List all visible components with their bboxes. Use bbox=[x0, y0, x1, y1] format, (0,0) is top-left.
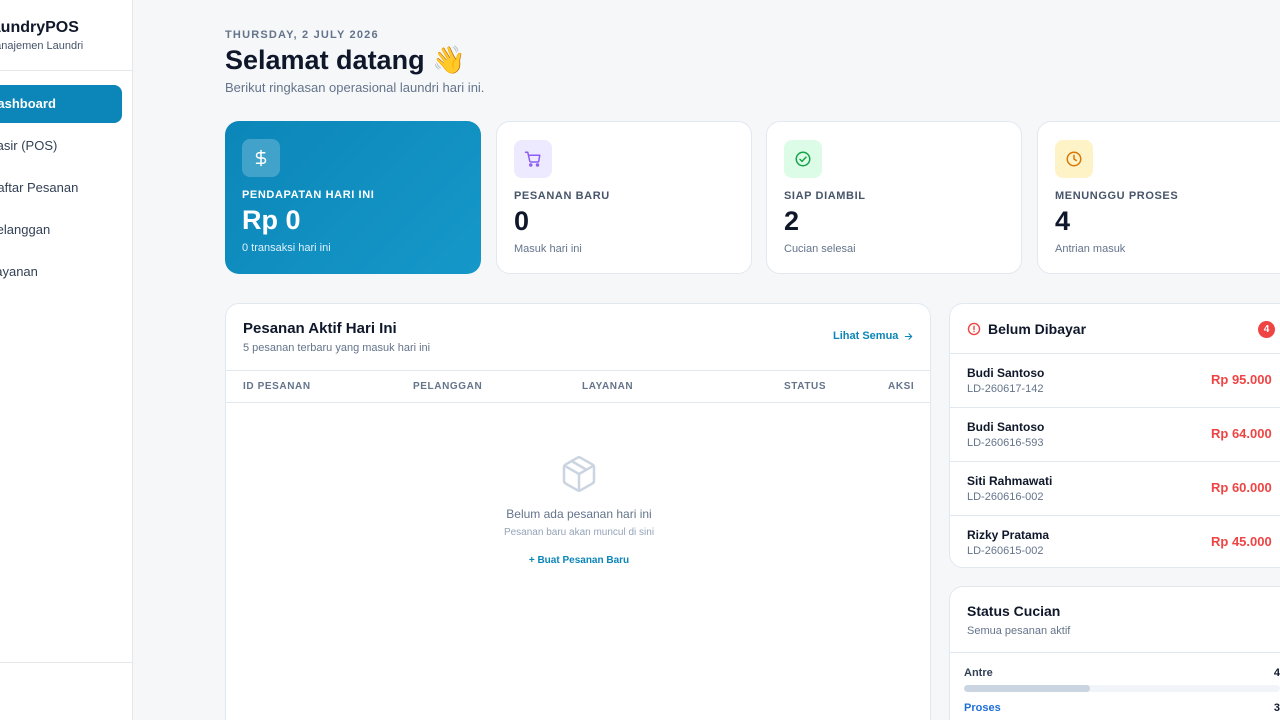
stat-value: 0 bbox=[514, 206, 530, 236]
amount-due: Rp 60.000 bbox=[1211, 480, 1272, 495]
table-header: ID PESANAN PELANGGAN LAYANAN STATUS AKSI bbox=[226, 370, 930, 403]
empty-state-subtitle: Pesanan baru akan muncul di sini bbox=[503, 527, 655, 538]
stat-label: PENDAPATAN HARI INI bbox=[242, 189, 375, 201]
progress-track bbox=[964, 685, 1280, 692]
sidebar-item-orders[interactable]: Daftar Pesanan bbox=[0, 169, 122, 207]
active-orders-panel: Pesanan Aktif Hari Ini 5 pesanan terbaru… bbox=[225, 303, 931, 720]
empty-state-title: Belum ada pesanan hari ini bbox=[506, 507, 652, 521]
amount-due: Rp 45.000 bbox=[1211, 534, 1272, 549]
clock-icon bbox=[1055, 140, 1093, 178]
progress-fill bbox=[964, 685, 1091, 692]
status-header: Status Cucian Semua pesanan aktif bbox=[950, 587, 1280, 653]
customer-name: Rizky Pratama bbox=[967, 528, 1050, 542]
panel-subtitle: Semua pesanan aktif bbox=[967, 625, 1071, 637]
sidebar-item-label: Dashboard bbox=[0, 96, 56, 111]
list-item[interactable]: Budi Santoso LD-260617-142 Rp 95.000 bbox=[950, 354, 1280, 408]
customer-name: Budi Santoso bbox=[967, 420, 1045, 434]
current-date: THURSDAY, 2 JULY 2026 bbox=[225, 29, 379, 41]
see-all-link[interactable]: Lihat Semua bbox=[833, 330, 914, 342]
sidebar-divider bbox=[0, 662, 132, 663]
status-count: 4 bbox=[1273, 667, 1280, 679]
check-circle-icon bbox=[784, 140, 822, 178]
sidebar-item-dashboard[interactable]: Dashboard bbox=[0, 85, 122, 123]
stat-label: SIAP DIAMBIL bbox=[784, 190, 866, 202]
see-all-label: Lihat Semua bbox=[833, 330, 899, 342]
customer-name: Siti Rahmawati bbox=[967, 474, 1053, 488]
stat-card-ready: SIAP DIAMBIL 2 Cucian selesai bbox=[766, 121, 1022, 274]
sidebar-item-label: Daftar Pesanan bbox=[0, 180, 79, 195]
column-header[interactable]: AKSI bbox=[888, 381, 914, 392]
stat-card-new-orders: PESANAN BARU 0 Masuk hari ini bbox=[496, 121, 752, 274]
list-item[interactable]: Budi Santoso LD-260616-593 Rp 64.000 bbox=[950, 408, 1280, 462]
column-header[interactable]: STATUS bbox=[784, 381, 826, 392]
stat-label: PESANAN BARU bbox=[514, 190, 610, 202]
stat-value: 4 bbox=[1055, 206, 1071, 236]
brand-name: LaundryPOS bbox=[0, 19, 79, 36]
create-order-link[interactable]: + Buat Pesanan Baru bbox=[226, 555, 930, 566]
stat-note: Antrian masuk bbox=[1055, 243, 1126, 255]
sidebar-item-customers[interactable]: Pelanggan bbox=[0, 211, 122, 249]
panel-title: Belum Dibayar bbox=[988, 321, 1087, 337]
sidebar-item-label: Pelanggan bbox=[0, 222, 51, 237]
list-item[interactable]: Rizky Pratama LD-260615-002 Rp 45.000 bbox=[950, 516, 1280, 567]
stat-card-revenue: PENDAPATAN HARI INI Rp 0 0 transaksi har… bbox=[225, 121, 481, 274]
stat-value: 2 bbox=[784, 206, 800, 236]
order-id: LD-260615-002 bbox=[967, 545, 1044, 557]
arrow-right-icon bbox=[905, 332, 913, 340]
customer-name: Budi Santoso bbox=[967, 366, 1045, 380]
count-badge: 4 bbox=[1258, 321, 1275, 338]
sidebar-item-services[interactable]: Layanan bbox=[0, 253, 122, 291]
order-id: LD-260617-142 bbox=[967, 383, 1044, 395]
alert-circle-icon bbox=[967, 322, 981, 341]
column-header[interactable]: PELANGGAN bbox=[413, 381, 482, 392]
laundry-status-panel: Status Cucian Semua pesanan aktif Antre … bbox=[949, 586, 1280, 720]
unpaid-panel: Belum Dibayar 4 Budi Santoso LD-260617-1… bbox=[949, 303, 1280, 568]
unpaid-header: Belum Dibayar 4 bbox=[950, 304, 1280, 354]
brand-subtitle: Manajemen Laundri bbox=[0, 40, 84, 52]
brand: LaundryPOS Manajemen Laundri bbox=[0, 0, 132, 71]
cart-icon bbox=[514, 140, 552, 178]
status-row: Proses 3 bbox=[964, 702, 1280, 720]
status-label: Proses bbox=[964, 702, 1001, 714]
sidebar-item-pos[interactable]: Kasir (POS) bbox=[0, 127, 122, 165]
stat-note: Cucian selesai bbox=[784, 243, 856, 255]
order-id: LD-260616-002 bbox=[967, 491, 1044, 503]
page-title: Selamat datang 👋 bbox=[225, 45, 466, 75]
stat-card-pending: MENUNGGU PROSES 4 Antrian masuk bbox=[1037, 121, 1280, 274]
panel-title: Pesanan Aktif Hari Ini bbox=[243, 320, 397, 337]
panel-subtitle: 5 pesanan terbaru yang masuk hari ini bbox=[243, 342, 431, 354]
sidebar: LaundryPOS Manajemen Laundri Dashboard K… bbox=[0, 0, 133, 720]
amount-due: Rp 95.000 bbox=[1211, 372, 1272, 387]
column-header[interactable]: LAYANAN bbox=[582, 381, 633, 392]
stat-note: Masuk hari ini bbox=[514, 243, 582, 255]
page-subtitle: Berikut ringkasan operasional laundri ha… bbox=[225, 80, 485, 95]
status-row: Antre 4 bbox=[964, 667, 1280, 693]
stat-value: Rp 0 bbox=[242, 205, 301, 235]
dollar-icon bbox=[242, 139, 280, 177]
column-header[interactable]: ID PESANAN bbox=[243, 381, 311, 392]
order-id: LD-260616-593 bbox=[967, 437, 1044, 449]
panel-title: Status Cucian bbox=[967, 603, 1061, 619]
package-icon bbox=[559, 454, 599, 499]
amount-due: Rp 64.000 bbox=[1211, 426, 1272, 441]
sidebar-item-label: Layanan bbox=[0, 264, 38, 279]
stat-label: MENUNGGU PROSES bbox=[1055, 190, 1179, 202]
stat-note: 0 transaksi hari ini bbox=[242, 242, 331, 254]
status-label: Antre bbox=[964, 667, 993, 679]
status-count: 3 bbox=[1273, 702, 1280, 714]
sidebar-item-label: Kasir (POS) bbox=[0, 138, 58, 153]
list-item[interactable]: Siti Rahmawati LD-260616-002 Rp 60.000 bbox=[950, 462, 1280, 516]
